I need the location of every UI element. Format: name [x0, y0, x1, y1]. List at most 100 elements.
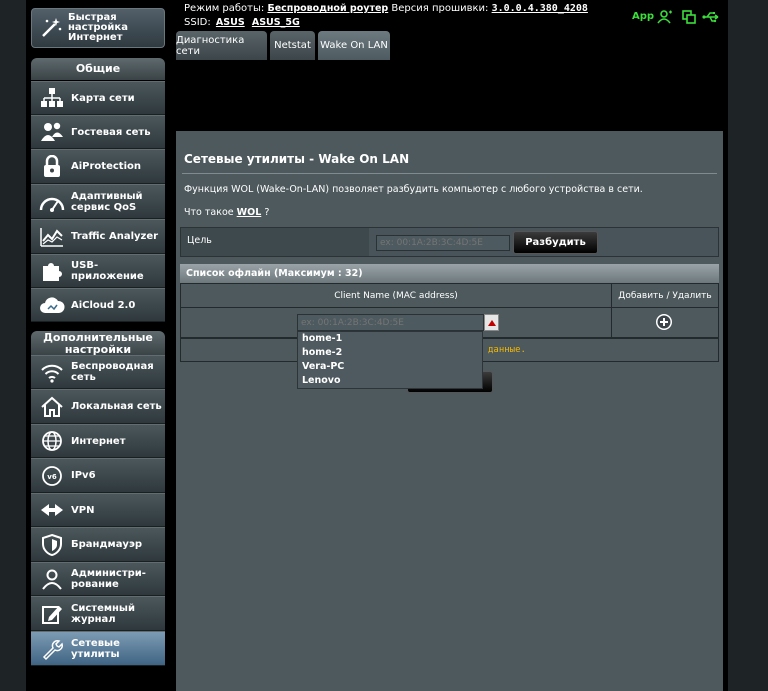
operation-mode-link[interactable]: Беспроводной роутер [267, 3, 388, 14]
offline-list-title: Список офлайн (Максимум : 32) [186, 268, 363, 279]
wake-button[interactable]: Разбудить [513, 231, 598, 254]
sidebar-item-administration[interactable]: Администри- рование [31, 562, 165, 596]
what-is-suffix: ? [264, 207, 270, 218]
speedometer-icon [37, 187, 67, 217]
sidebar-item-firewall[interactable]: Брандмауэр [31, 527, 165, 562]
operation-mode-line: Режим работы: Беспроводной роутер Версия… [184, 3, 588, 14]
ssid-line: SSID: ASUS ASUS_5G [184, 17, 300, 28]
admin-user-icon [37, 564, 67, 594]
wol-description: Функция WOL (Wake-On-LAN) позволяет разб… [184, 184, 643, 195]
svg-text:v6: v6 [47, 473, 57, 481]
sidebar-item-guest-network[interactable]: Гостевая сеть [31, 115, 165, 149]
target-mac-input[interactable] [376, 235, 510, 251]
wifi-icon [37, 357, 67, 387]
globe-icon [37, 426, 67, 456]
sidebar-item-adaptive-qos[interactable]: Адаптивный сервис QoS [31, 184, 165, 219]
sidebar-item-lan[interactable]: Локальная сеть [31, 389, 165, 424]
dropdown-option[interactable]: home-1 [298, 332, 482, 346]
sidebar-item-label: Карта сети [71, 92, 135, 104]
wake-button-label: Разбудить [525, 237, 586, 248]
guest-users-icon [37, 117, 67, 147]
magic-wand-icon [36, 13, 66, 43]
dropdown-option[interactable]: home-2 [298, 346, 482, 360]
sidebar-header-advanced: Дополнительные настройки [31, 331, 165, 356]
firmware-link[interactable]: 3.0.0.4.380_4208 [492, 3, 588, 14]
sidebar-item-label: Системный журнал [71, 602, 135, 625]
add-entry-button[interactable] [655, 313, 673, 335]
sidebar-item-network-map[interactable]: Карта сети [31, 81, 165, 115]
ssid-link-5g[interactable]: ASUS_5G [252, 17, 300, 28]
quick-setup-label: Быстрая настройка Интернет [68, 12, 128, 43]
sidebar-item-label: VPN [71, 504, 95, 516]
tab-label: Wake On LAN [320, 40, 388, 51]
page-title: Сетевые утилиты - Wake On LAN [184, 152, 410, 166]
vpn-icon [37, 495, 67, 525]
sidebar-header-general: Общие [31, 58, 165, 80]
client-status-icon[interactable] [657, 9, 673, 28]
traffic-graph-icon [37, 222, 67, 252]
sidebar-item-ipv6[interactable]: v6 IPv6 [31, 458, 165, 493]
sidebar-item-system-log[interactable]: Системный журнал [31, 596, 165, 631]
target-label: Цель [187, 235, 212, 246]
lock-icon [37, 152, 67, 182]
client-mac-combobox[interactable] [297, 314, 484, 331]
client-column-header: Client Name (MAC address) [180, 283, 612, 308]
wol-help-link[interactable]: WOL [237, 207, 262, 218]
wrench-icon [37, 634, 67, 664]
firmware-label: Версия прошивки: [391, 3, 489, 14]
ssid-link-24[interactable]: ASUS [216, 17, 245, 28]
dropdown-option[interactable]: Vera-PC [298, 360, 482, 374]
caret-up-icon [487, 319, 496, 326]
title-divider [182, 173, 717, 174]
sidebar-item-label: Локальная сеть [71, 401, 162, 412]
action-column-header: Добавить / Удалить [611, 283, 719, 308]
sidebar-item-wireless[interactable]: Беспроводная сеть [31, 355, 165, 389]
sidebar-item-label: Брандмауэр [71, 539, 143, 550]
dropdown-option[interactable]: Lenovo [298, 374, 482, 388]
offline-list-header: Список офлайн (Максимум : 32) [180, 264, 719, 283]
operation-mode-label: Режим работы: [184, 3, 265, 14]
sidebar-item-usb-application[interactable]: USB- приложение [31, 254, 165, 288]
sidebar-item-label: AiCloud 2.0 [71, 299, 136, 311]
client-dropdown-list: home-1 home-2 Vera-PC Lenovo [297, 331, 483, 389]
sidebar-item-aicloud[interactable]: AiCloud 2.0 [31, 288, 165, 322]
sidebar-item-label: Traffic Analyzer [71, 231, 159, 242]
sidebar-item-label: Интернет [71, 435, 126, 447]
app-link[interactable]: App [632, 11, 654, 22]
usb-icon[interactable] [702, 9, 720, 28]
sidebar-item-label: Беспроводная сеть [71, 361, 154, 383]
sidebar-item-traffic-analyzer[interactable]: Traffic Analyzer [31, 219, 165, 254]
sidebar-item-label: USB- приложение [71, 260, 144, 282]
sidebar-item-label: Адаптивный сервис QoS [71, 190, 143, 213]
tab-netstat[interactable]: Netstat [270, 31, 315, 60]
cloud-icon [37, 290, 67, 320]
sidebar-item-label: AiProtection [71, 161, 141, 172]
copy-windows-icon[interactable] [682, 9, 696, 28]
no-data-text: данные. [488, 345, 526, 355]
quick-setup-button[interactable]: Быстрая настройка Интернет [31, 8, 165, 48]
sidebar-item-internet[interactable]: Интернет [31, 424, 165, 458]
tab-network-diagnostics[interactable]: Диагностика сети [176, 31, 267, 60]
ipv6-globe-icon: v6 [37, 461, 67, 491]
tab-label: Диагностика сети [176, 34, 245, 57]
shield-icon [37, 530, 67, 560]
tab-label: Netstat [274, 40, 311, 51]
sidebar-item-label: Гостевая сеть [71, 126, 151, 138]
client-column-label: Client Name (MAC address) [334, 291, 458, 301]
tab-wake-on-lan[interactable]: Wake On LAN [318, 31, 390, 60]
network-map-icon [37, 83, 67, 113]
sidebar-item-network-tools[interactable]: Сетевые утилиты [31, 631, 165, 666]
edit-log-icon [37, 599, 67, 629]
sidebar-item-label: Сетевые утилиты [71, 637, 120, 660]
sidebar-item-label: IPv6 [71, 470, 96, 481]
ssid-label: SSID: [184, 17, 211, 28]
puzzle-icon [37, 256, 67, 286]
what-is-wol-line: Что такое WOL ? [184, 207, 269, 218]
combobox-dropdown-button[interactable] [484, 314, 499, 331]
sidebar-header-general-label: Общие [75, 62, 121, 75]
sidebar-item-aiprotection[interactable]: AiProtection [31, 149, 165, 184]
what-is-prefix: Что такое [184, 207, 234, 218]
sidebar-item-vpn[interactable]: VPN [31, 493, 165, 527]
action-column-label: Добавить / Удалить [618, 291, 712, 301]
home-icon [37, 392, 67, 422]
